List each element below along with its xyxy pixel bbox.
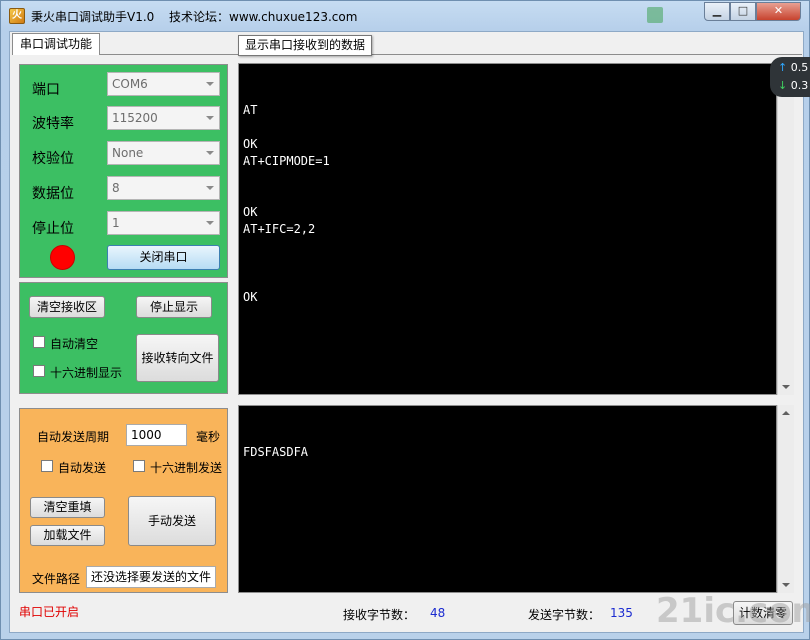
download-speed: 0.3 — [790, 79, 809, 92]
hex-display-checkbox[interactable] — [33, 365, 45, 377]
receive-lines: AT OK AT+CIPMODE=1 OK AT+IFC=2,2 OK — [243, 102, 772, 306]
receive-line: AT+CIPMODE=1 — [243, 154, 330, 168]
manual-send-button[interactable]: 手动发送 — [128, 496, 216, 546]
receive-line — [243, 255, 772, 272]
stopbits-value: 1 — [112, 216, 120, 230]
watermark: 21ic.com — [656, 591, 810, 631]
port-select[interactable]: COM6 — [107, 72, 220, 96]
hex-display-label: 十六进制显示 — [50, 366, 123, 380]
download-arrow-icon: ↓ — [778, 79, 788, 92]
receive-controls-panel: 清空接收区 停止显示 自动清空 十六进制显示 接收转向文件 — [19, 282, 228, 394]
chevron-down-icon — [206, 186, 214, 190]
upload-arrow-icon: ↑ — [778, 61, 788, 74]
receive-line: OK — [243, 290, 258, 304]
title-bar: 火 秉火串口调试助手V1.0 技术论坛：www.chuxue123.com ▁ … — [1, 1, 809, 31]
upload-speed: 0.5 — [790, 61, 809, 74]
app-icon: 火 — [9, 8, 25, 24]
chevron-down-icon — [206, 82, 214, 86]
tab-serial-debug[interactable]: 串口调试功能 — [12, 33, 100, 55]
receive-line: AT+IFC=2,2 — [243, 222, 316, 236]
receive-to-file-button[interactable]: 接收转向文件 — [136, 334, 219, 382]
stop-display-button[interactable]: 停止显示 — [136, 296, 212, 318]
close-port-button[interactable]: 关闭串口 — [107, 245, 220, 270]
app-window: 火 秉火串口调试助手V1.0 技术论坛：www.chuxue123.com ▁ … — [0, 0, 810, 640]
rx-count-label: 接收字节数： — [343, 608, 416, 622]
receive-text-area[interactable]: AT OK AT+CIPMODE=1 OK AT+IFC=2,2 OK — [238, 63, 777, 395]
close-window-button[interactable]: ✕ — [756, 2, 801, 21]
databits-label: 数据位 — [32, 186, 74, 202]
databits-select[interactable]: 8 — [107, 176, 220, 200]
send-scrollbar[interactable] — [777, 405, 794, 593]
hex-send-checkbox[interactable] — [133, 460, 145, 472]
port-value: COM6 — [112, 77, 148, 91]
net-speed-widget: ↑ 0.5 ↓ 0.3 — [770, 57, 810, 97]
stopbits-select[interactable]: 1 — [107, 211, 220, 235]
baud-value: 115200 — [112, 111, 158, 125]
auto-send-checkbox[interactable] — [41, 460, 53, 472]
baud-select[interactable]: 115200 — [107, 106, 220, 130]
send-controls-panel: 自动发送周期 1000 毫秒 自动发送 十六进制发送 清空重填 加载文件 手动发… — [19, 408, 228, 593]
tray-icon — [647, 7, 663, 23]
receive-line — [243, 187, 772, 204]
send-text: FDSFASDFA — [243, 445, 309, 459]
chevron-down-icon — [206, 221, 214, 225]
clear-receive-button[interactable]: 清空接收区 — [29, 296, 105, 318]
parity-select[interactable]: None — [107, 141, 220, 165]
tx-count-label: 发送字节数： — [528, 608, 601, 622]
send-text-area[interactable]: FDSFASDFA — [238, 405, 777, 593]
parity-label: 校验位 — [32, 151, 74, 167]
parity-value: None — [112, 146, 144, 160]
chevron-down-icon — [206, 151, 214, 155]
maximize-button[interactable]: □ — [730, 2, 756, 21]
forum-link-text: 技术论坛：www.chuxue123.com — [169, 10, 358, 24]
rx-count-value: 48 — [430, 606, 446, 620]
serial-settings-panel: 端口 COM6 波特率 115200 校验位 None 数据位 8 停止位 1 … — [19, 64, 228, 278]
port-label: 端口 — [32, 82, 60, 98]
scroll-down-icon — [782, 385, 790, 389]
receive-line — [243, 272, 772, 289]
receive-line — [243, 170, 772, 187]
window-title: 秉火串口调试助手V1.0 — [31, 10, 155, 24]
receive-line — [243, 238, 772, 255]
tx-count-value: 135 — [610, 606, 633, 620]
minimize-button[interactable]: ▁ — [704, 2, 730, 21]
port-status-led — [50, 245, 75, 270]
receive-line: AT — [243, 103, 258, 117]
receive-line: OK — [243, 137, 258, 151]
chevron-down-icon — [206, 116, 214, 120]
file-path-field: 还没选择要发送的文件 — [86, 566, 216, 588]
hex-send-label: 十六进制发送 — [150, 461, 223, 475]
file-path-label: 文件路径 — [32, 572, 81, 586]
receive-line — [243, 119, 772, 136]
scroll-down-icon — [782, 583, 790, 587]
auto-clear-label: 自动清空 — [50, 337, 99, 351]
clear-refill-button[interactable]: 清空重填 — [30, 497, 105, 518]
tooltip: 显示串口接收到的数据 — [238, 35, 373, 56]
baud-label: 波特率 — [32, 116, 74, 132]
auto-send-label: 自动发送 — [58, 461, 107, 475]
databits-value: 8 — [112, 181, 120, 195]
scroll-up-icon — [782, 411, 790, 415]
period-unit: 毫秒 — [196, 430, 221, 444]
period-label: 自动发送周期 — [37, 430, 110, 444]
receive-scrollbar[interactable] — [777, 63, 794, 395]
auto-clear-checkbox[interactable] — [33, 336, 45, 348]
port-state-text: 串口已开启 — [19, 605, 80, 619]
receive-line: OK — [243, 205, 258, 219]
stopbits-label: 停止位 — [32, 221, 74, 237]
load-file-button[interactable]: 加载文件 — [30, 525, 105, 546]
period-input[interactable]: 1000 — [126, 424, 187, 446]
